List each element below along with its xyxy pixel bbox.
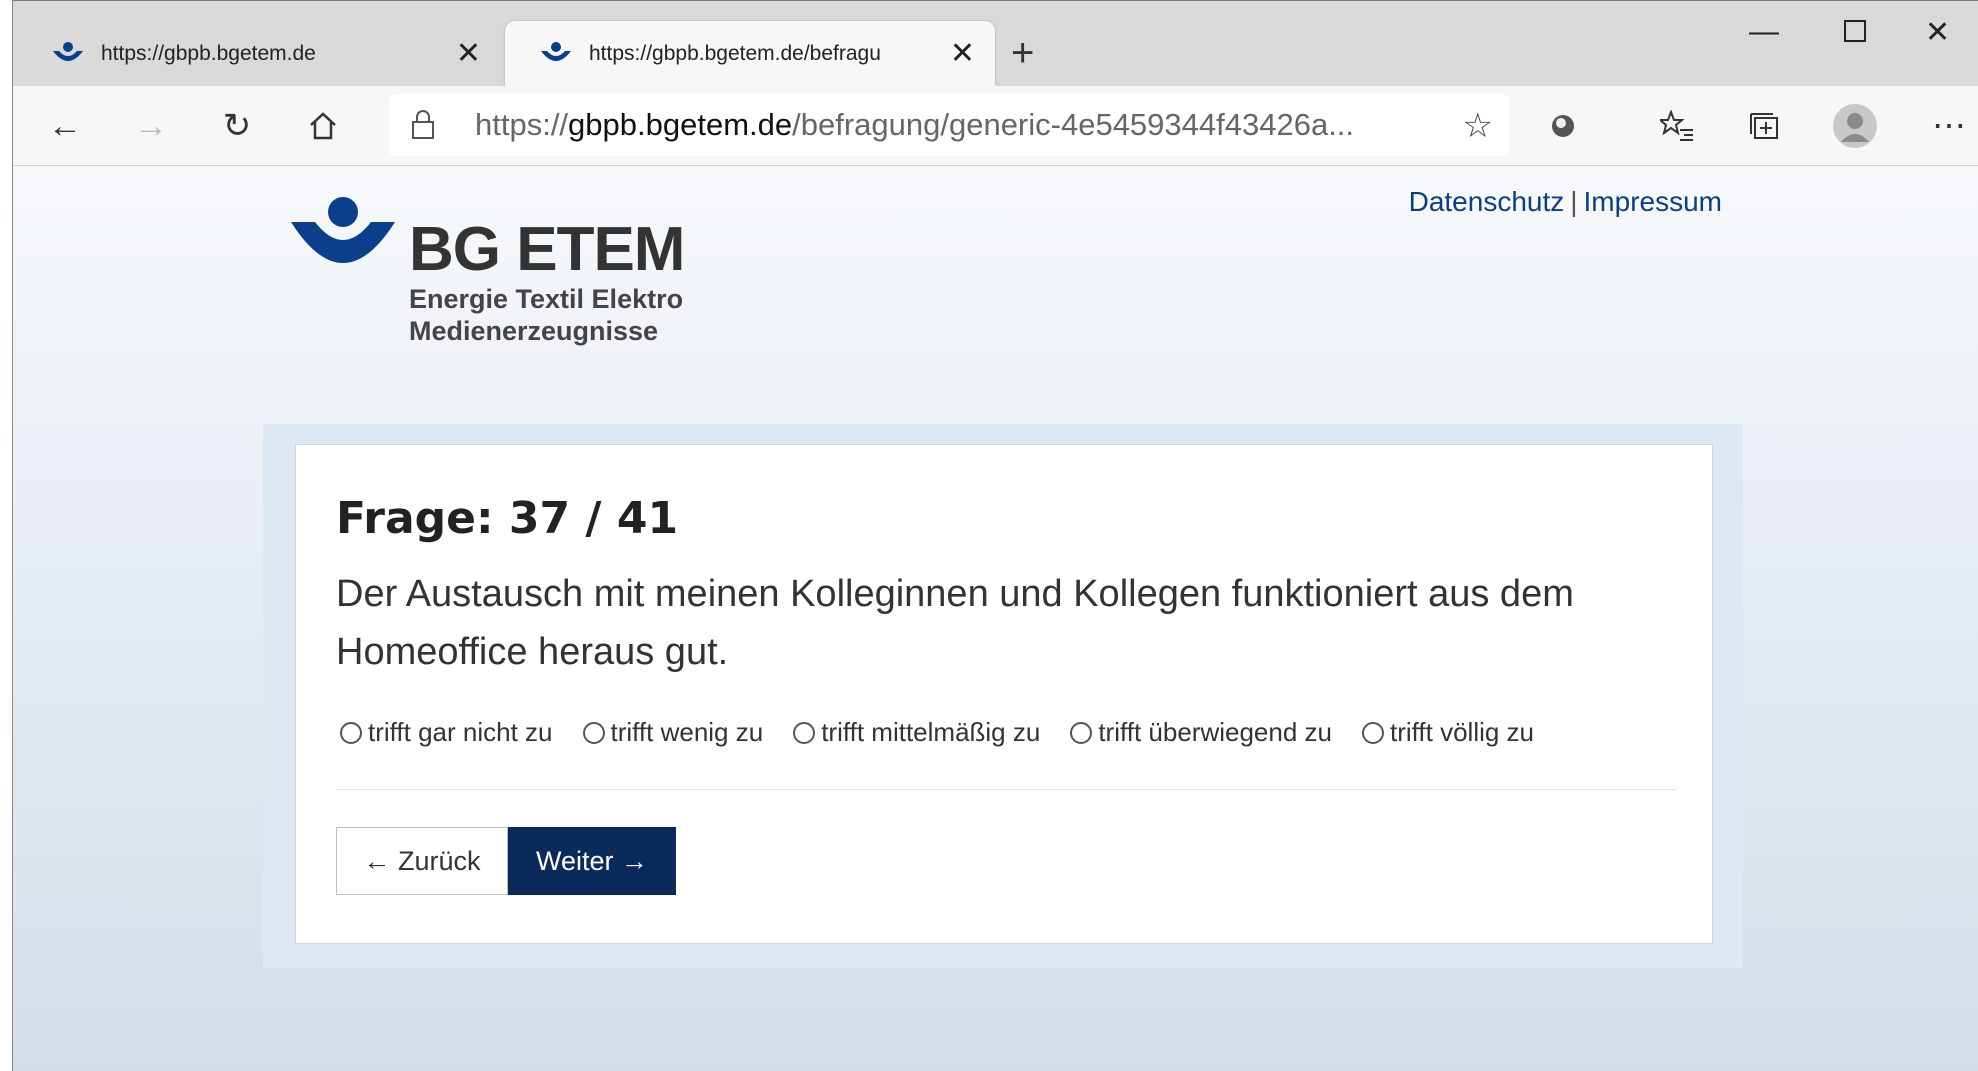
tab-bar: https://gbpb.bgetem.de ✕ https://gbpb.bg… [13,0,1978,87]
back-button[interactable]: ← Zurück [336,827,508,895]
privacy-link[interactable]: Datenschutz [1409,186,1565,217]
bgetem-favicon-icon [541,42,571,61]
address-bar[interactable]: https://gbpb.bgetem.de/befragung/generic… [389,94,1509,156]
minimize-icon[interactable]: — [1749,15,1779,49]
bgetem-favicon-icon [53,42,83,61]
radio-button[interactable] [340,721,362,744]
answer-options: trifft gar nicht zu trifft wenig zu trif… [340,717,1564,748]
browser-window: https://gbpb.bgetem.de ✕ https://gbpb.bg… [12,0,1978,1071]
browser-toolbar: ← → ↻ https://gbpb.bgetem.de/befragung/g… [13,86,1978,166]
maximize-icon[interactable] [1843,19,1869,53]
profile-avatar-icon[interactable] [1833,104,1877,148]
extension-icon[interactable] [1541,104,1585,148]
option-label: trifft überwiegend zu [1098,717,1332,747]
radio-button[interactable] [582,721,605,744]
close-tab-icon[interactable]: ✕ [456,39,481,69]
radio-button[interactable] [1362,721,1384,744]
divider [336,789,1676,790]
close-tab-icon[interactable]: ✕ [950,39,975,69]
page-content: BG ETEM Energie Textil Elektro Medienerz… [13,166,1978,1071]
favorites-list-icon[interactable] [1655,104,1699,148]
question-counter: Frage: 37 / 41 [336,493,679,544]
answer-option[interactable]: trifft wenig zu [582,717,764,748]
link-separator: | [1570,186,1578,217]
close-window-icon[interactable]: ✕ [1925,15,1950,50]
bgetem-logo[interactable]: BG ETEM Energie Textil Elektro Medienerz… [291,196,711,346]
radio-button[interactable] [1070,721,1093,744]
answer-option[interactable]: trifft mittelmäßig zu [793,717,1040,748]
option-label: trifft völlig zu [1390,717,1535,747]
tab-home[interactable]: https://gbpb.bgetem.de ✕ [17,21,501,87]
brand-line-2: Medienerzeugnisse [409,316,659,346]
radio-button[interactable] [793,721,816,744]
answer-option[interactable]: trifft gar nicht zu [340,717,553,748]
brand-line-1: Energie Textil Elektro [409,284,684,314]
new-tab-icon[interactable]: + [1011,33,1034,73]
option-label: trifft mittelmäßig zu [821,717,1041,747]
favorite-star-icon[interactable]: ☆ [1463,106,1493,146]
question-text: Der Austausch mit meinen Kolleginnen und… [336,573,1574,673]
refresh-icon[interactable]: ↻ [215,104,259,148]
imprint-link[interactable]: Impressum [1584,186,1722,217]
more-menu-icon[interactable]: ⋯ [1927,104,1971,148]
question-card: Frage: 37 / 41 Der Austausch mit meinen … [295,444,1713,944]
brand-name: BG ETEM [409,215,685,284]
home-icon[interactable] [301,104,345,148]
answer-option[interactable]: trifft überwiegend zu [1070,717,1332,748]
back-icon[interactable]: ← [43,104,87,148]
option-label: trifft gar nicht zu [368,717,553,747]
lock-icon [412,110,434,139]
answer-option[interactable]: trifft völlig zu [1362,717,1534,748]
next-button[interactable]: Weiter → [508,827,676,895]
top-links: Datenschutz | Impressum [1409,186,1722,218]
tab-title: https://gbpb.bgetem.de [101,42,316,65]
forward-icon[interactable]: → [129,104,173,148]
option-label: trifft wenig zu [610,717,764,747]
url-text: https://gbpb.bgetem.de/befragung/generic… [475,107,1355,142]
bgetem-emblem-icon [291,197,395,263]
tab-title: https://gbpb.bgetem.de/befragu [589,42,881,65]
collections-icon[interactable] [1743,104,1787,148]
tab-survey[interactable]: https://gbpb.bgetem.de/befragu ✕ [505,21,995,87]
